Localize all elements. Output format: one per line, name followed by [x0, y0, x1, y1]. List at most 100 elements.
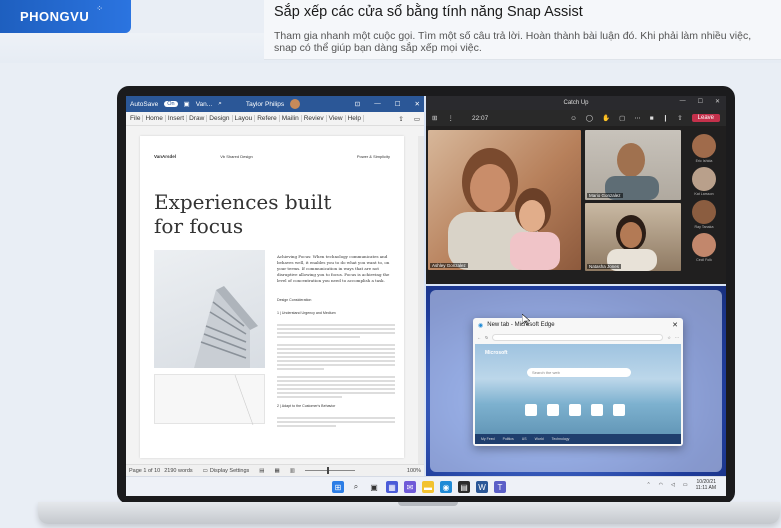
address-input[interactable] — [492, 333, 664, 341]
raise-hand-icon[interactable]: ✋ — [602, 114, 610, 122]
doc-subheading-2: 2 | Adapt to the Customer's Behavior — [277, 404, 336, 408]
quick-link-3[interactable] — [569, 404, 581, 416]
minimize-icon[interactable]: — — [680, 98, 686, 105]
mouse-cursor-icon — [522, 314, 530, 326]
display-settings-icon[interactable]: ▭ — [203, 468, 208, 474]
feed-tab-us[interactable]: US — [522, 437, 527, 441]
tab-references[interactable]: Refere — [255, 115, 280, 122]
more-options-icon[interactable]: ⋯ — [634, 114, 641, 122]
refresh-icon[interactable]: ↻ — [485, 335, 488, 340]
tab-mailings[interactable]: Mailin — [280, 115, 302, 122]
ribbon-display-icon[interactable]: ⊡ — [355, 100, 360, 108]
feed-tab-technology[interactable]: Technology — [552, 437, 570, 441]
quick-link-2[interactable] — [547, 404, 559, 416]
autosave-label: AutoSave — [130, 100, 159, 108]
rooms-icon[interactable]: ▢ — [619, 114, 625, 122]
tab-review[interactable]: Reviev — [302, 115, 327, 122]
participant-avatar-2[interactable] — [692, 167, 716, 191]
minimize-icon[interactable]: — — [374, 100, 381, 108]
tab-draw[interactable]: Draw — [187, 115, 208, 122]
feed-tab-politics[interactable]: Politics — [503, 437, 514, 441]
maximize-icon[interactable]: ☐ — [698, 98, 703, 105]
word-icon[interactable]: W — [476, 481, 488, 493]
grid-icon[interactable]: ⊞ — [432, 114, 437, 122]
video-tile-ashley[interactable]: Ashley Gonzalez — [428, 130, 581, 270]
store-icon[interactable]: ▤ — [458, 481, 470, 493]
zoom-slider[interactable] — [304, 467, 355, 474]
teams-icon[interactable]: T — [494, 481, 506, 493]
autosave-toggle[interactable]: On — [164, 101, 178, 107]
battery-icon[interactable]: ▭ — [683, 482, 688, 488]
tab-layout[interactable]: Layou — [233, 115, 256, 122]
comments-icon[interactable]: ▭ — [412, 115, 422, 123]
display-settings[interactable]: Display Settings — [210, 468, 249, 474]
volume-icon[interactable]: ◁ — [671, 482, 675, 488]
back-icon[interactable]: ← — [477, 335, 481, 340]
tab-home[interactable]: Home — [143, 115, 166, 122]
edge-icon[interactable]: ◉ — [440, 481, 452, 493]
document-page[interactable]: VanArsdel Vb Shared Design Power & Simpl… — [140, 136, 404, 458]
close-icon[interactable]: ✕ — [415, 100, 420, 108]
share-screen-icon[interactable]: ⇧ — [677, 114, 682, 122]
close-icon[interactable]: ✕ — [672, 321, 678, 329]
doc-section-title: Design Consideration — [277, 298, 312, 302]
quick-link-1[interactable] — [525, 404, 537, 416]
participant-avatar-1[interactable] — [692, 134, 716, 158]
video-tile-mario[interactable]: Mario Gonzalez — [585, 130, 681, 200]
print-layout-icon[interactable]: ▦ — [274, 468, 279, 474]
read-mode-icon[interactable]: ▤ — [259, 468, 264, 474]
participant-avatar-3[interactable] — [692, 200, 716, 224]
camera-icon[interactable]: ■ — [650, 115, 654, 122]
leave-button[interactable]: Leave — [691, 114, 720, 122]
tab-design[interactable]: Design — [207, 115, 233, 122]
mic-icon[interactable]: ❙ — [663, 114, 668, 122]
people-icon[interactable]: ☺ — [570, 115, 577, 122]
teams-chat-icon[interactable]: ✉ — [404, 481, 416, 493]
user-name[interactable]: Taylor Philips — [246, 101, 284, 108]
close-icon[interactable]: ✕ — [715, 98, 720, 105]
maximize-icon[interactable]: ☐ — [395, 100, 401, 108]
quick-link-4[interactable] — [591, 404, 603, 416]
quick-link-5[interactable] — [613, 404, 625, 416]
widgets-icon[interactable]: ▦ — [386, 481, 398, 493]
edge-window[interactable]: ◉ New tab - Microsoft Edge ✕ ← ↻ ☆ ⋯ Mic… — [473, 318, 683, 446]
tab-view[interactable]: View — [327, 115, 346, 122]
feed-tab-my-feed[interactable]: My Feed — [481, 437, 495, 441]
chevron-up-icon[interactable]: ⌃ — [646, 482, 650, 488]
feed-tab-world[interactable]: World — [535, 437, 544, 441]
zoom-level[interactable]: 100% — [407, 468, 421, 474]
chat-icon[interactable]: ◯ — [586, 114, 593, 122]
video-tile-natasha[interactable]: Natasha Jones — [585, 203, 681, 271]
avatar[interactable] — [290, 99, 301, 109]
save-icon[interactable]: ▣ — [184, 100, 190, 108]
clock[interactable]: 10/20/21 11:11 AM — [696, 479, 716, 491]
word-count[interactable]: 2190 words — [164, 468, 192, 474]
vertical-scrollbar[interactable] — [418, 136, 424, 464]
search-icon[interactable]: ⌕ — [218, 100, 222, 108]
more-icon[interactable]: ⋯ — [675, 335, 679, 340]
edge-tab-title[interactable]: New tab - Microsoft Edge — [487, 322, 554, 328]
doc-heading: Experiences built for focus — [154, 190, 332, 238]
participant-avatar-4[interactable] — [692, 233, 716, 257]
participant-side-name-2: Kat Larsson — [694, 192, 714, 196]
tab-help[interactable]: Help — [346, 115, 364, 122]
teams-window[interactable]: Catch Up — ☐ ✕ ⊞ ⋮ 22:07 ☺ ◯ ✋ ▢ ⋯ ■ ❙ ⇧… — [426, 96, 726, 284]
share-icon[interactable]: ⇪ — [396, 115, 405, 123]
start-icon[interactable]: ⊞ — [332, 481, 344, 493]
wifi-icon[interactable]: ◠ — [659, 482, 663, 488]
tab-insert[interactable]: Insert — [166, 115, 188, 122]
file-name[interactable]: Van... — [196, 101, 213, 108]
more-icon[interactable]: ⋮ — [447, 114, 454, 122]
page-count[interactable]: Page 1 of 10 — [129, 468, 160, 474]
task-view-icon[interactable]: ▣ — [368, 481, 380, 493]
search-icon[interactable]: ⌕ — [350, 481, 362, 493]
tab-file[interactable]: File — [128, 115, 144, 122]
brand-logo[interactable]: PHONGVU ⁘ — [0, 0, 131, 33]
web-search-input[interactable]: Search the web — [527, 368, 631, 377]
file-explorer-icon[interactable]: ▬ — [422, 481, 434, 493]
web-layout-icon[interactable]: ▥ — [290, 468, 295, 474]
ribbon-tabs: File Home Insert Draw Design Layou Refer… — [126, 112, 424, 126]
favorites-icon[interactable]: ☆ — [667, 335, 671, 340]
word-window[interactable]: AutoSave On ▣ Van... ⌕ Taylor Philips ⊡ … — [126, 96, 424, 476]
doc-lead-paragraph: Achieving Focus: When technology communi… — [277, 254, 390, 283]
